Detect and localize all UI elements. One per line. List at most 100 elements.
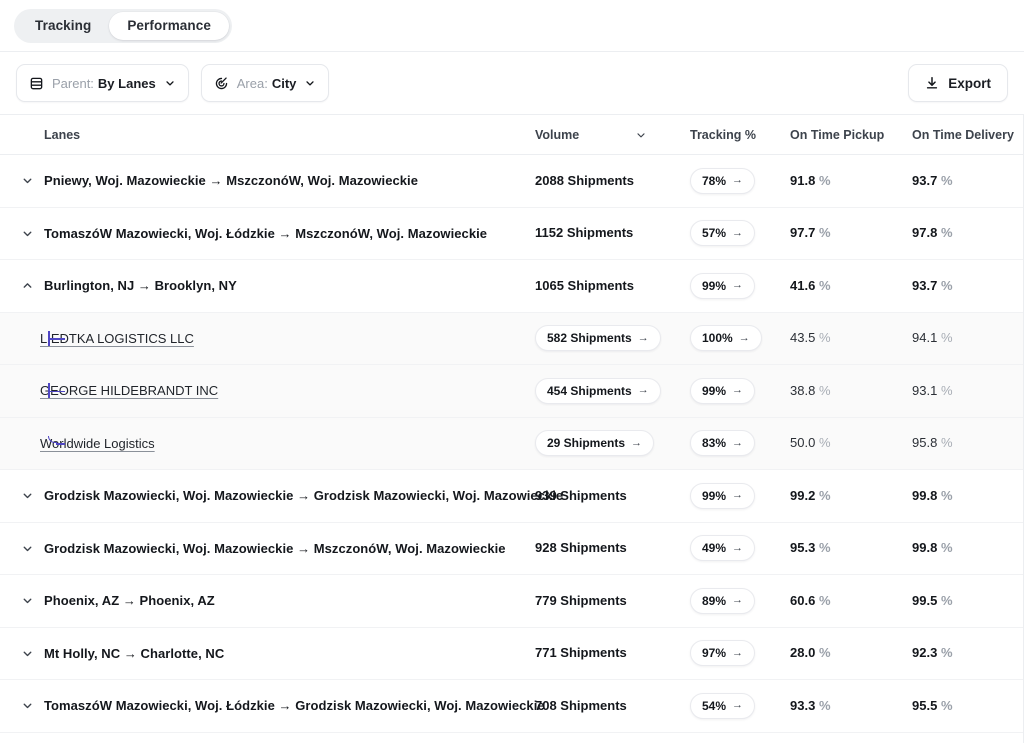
chevron-down-icon[interactable] xyxy=(16,695,38,717)
lane-cell: Mt Holly, NC → Charlotte, NC xyxy=(0,642,535,664)
carrier-link[interactable]: Worldwide Logistics xyxy=(40,436,155,451)
volume-badge[interactable]: 582 Shipments→ xyxy=(535,325,661,351)
toolbar: Parent:By Lanes Area:City Export xyxy=(0,52,1024,114)
chevron-down-icon[interactable] xyxy=(16,590,38,612)
tracking-badge-label: 97% xyxy=(702,646,726,660)
tracking-badge[interactable]: 100%→ xyxy=(690,325,762,351)
percent-unit: % xyxy=(941,435,953,450)
export-label: Export xyxy=(948,76,991,91)
tracking-cell: 54%→ xyxy=(690,693,790,719)
chevron-down-icon[interactable] xyxy=(635,129,647,141)
carrier-link[interactable]: LIEDTKA LOGISTICS LLC xyxy=(40,331,194,346)
tracking-badge[interactable]: 78%→ xyxy=(690,168,755,194)
volume-value: 779 Shipments xyxy=(535,593,627,608)
volume-cell: 928 Shipments xyxy=(535,539,690,557)
chevron-down-icon[interactable] xyxy=(16,642,38,664)
on-time-delivery-cell: 92.3 % xyxy=(912,644,1024,662)
volume-badge-label: 582 Shipments xyxy=(547,331,632,345)
volume-cell: 779 Shipments xyxy=(535,592,690,610)
performance-table: Lanes Volume Tracking % On Time Pickup O… xyxy=(0,114,1024,743)
tab-tracking[interactable]: Tracking xyxy=(17,12,109,40)
on-time-pickup-cell: 38.8 % xyxy=(790,382,912,400)
percent-unit: % xyxy=(819,593,831,608)
tracking-badge[interactable]: 89%→ xyxy=(690,588,755,614)
tracking-badge-label: 99% xyxy=(702,489,726,503)
volume-badge[interactable]: 29 Shipments→ xyxy=(535,430,654,456)
tracking-badge[interactable]: 99%→ xyxy=(690,273,755,299)
volume-value: 928 Shipments xyxy=(535,540,627,555)
chevron-down-icon[interactable] xyxy=(304,77,316,89)
chevron-down-icon[interactable] xyxy=(16,537,38,559)
table-header-row: Lanes Volume Tracking % On Time Pickup O… xyxy=(0,115,1023,155)
table-row-child[interactable]: LIEDTKA LOGISTICS LLC 582 Shipments→ 100%→… xyxy=(0,313,1023,366)
percent-unit: % xyxy=(941,698,953,713)
tracking-badge[interactable]: 57%→ xyxy=(690,220,755,246)
chevron-down-icon[interactable] xyxy=(16,222,38,244)
download-icon xyxy=(925,76,939,90)
column-header-volume[interactable]: Volume xyxy=(535,128,690,142)
tracking-badge[interactable]: 97%→ xyxy=(690,640,755,666)
tab-performance[interactable]: Performance xyxy=(109,12,229,40)
on-time-delivery-value: 94.1 xyxy=(912,330,937,345)
filter-area[interactable]: Area:City xyxy=(201,64,330,102)
lane-label: TomaszóW Mazowiecki, Woj. Łódzkie → Grod… xyxy=(44,698,545,713)
chevron-down-icon[interactable] xyxy=(16,170,38,192)
table-row[interactable]: Phoenix, AZ → Phoenix, AZ779 Shipments89… xyxy=(0,575,1023,628)
on-time-delivery-value: 95.8 xyxy=(912,435,937,450)
volume-cell: 582 Shipments→ xyxy=(535,325,690,351)
tracking-badge-label: 78% xyxy=(702,174,726,188)
lane-cell: TomaszóW Mazowiecki, Woj. Łódzkie → Grod… xyxy=(0,695,535,717)
lane-cell: LIEDTKA LOGISTICS LLC xyxy=(0,331,535,346)
chevron-down-icon[interactable] xyxy=(16,485,38,507)
tracking-badge[interactable]: 49%→ xyxy=(690,535,755,561)
tracking-cell: 99%→ xyxy=(690,273,790,299)
table-row[interactable]: Grodzisk Mazowiecki, Woj. Mazowieckie → … xyxy=(0,470,1023,523)
table-row-child[interactable]: GEORGE HILDEBRANDT INC454 Shipments→99%→… xyxy=(0,365,1023,418)
chevron-up-icon[interactable] xyxy=(16,275,38,297)
table-row[interactable]: TomaszóW Mazowiecki, Woj. Łódzkie → Mszc… xyxy=(0,208,1023,261)
tracking-badge[interactable]: 54%→ xyxy=(690,693,755,719)
filter-parent[interactable]: Parent:By Lanes xyxy=(16,64,189,102)
table-row[interactable]: Mt Holly, NC → Charlotte, NC771 Shipment… xyxy=(0,628,1023,681)
on-time-pickup-cell: 97.7 % xyxy=(790,224,912,242)
lane-cell: Worldwide Logistics xyxy=(0,436,535,451)
on-time-delivery-cell: 95.5 % xyxy=(912,697,1024,715)
on-time-pickup-cell: 99.2 % xyxy=(790,487,912,505)
percent-unit: % xyxy=(819,330,831,345)
volume-value: 771 Shipments xyxy=(535,645,627,660)
percent-unit: % xyxy=(941,383,953,398)
arrow-right-icon: → xyxy=(732,438,743,449)
arrow-right-icon: → xyxy=(732,385,743,396)
percent-unit: % xyxy=(941,330,953,345)
table-row[interactable]: TomaszóW Mazowiecki, Woj. Łódzkie → Grod… xyxy=(0,680,1023,733)
filter-value: City xyxy=(272,76,297,91)
on-time-pickup-value: 28.0 xyxy=(790,645,815,660)
table-row[interactable]: Burlington, NJ → Brooklyn, NY1065 Shipme… xyxy=(0,260,1023,313)
table-row-child[interactable]: Worldwide Logistics29 Shipments→83%→50.0… xyxy=(0,418,1023,471)
tracking-badge[interactable]: 99%→ xyxy=(690,378,755,404)
export-button[interactable]: Export xyxy=(908,64,1008,102)
tracking-badge[interactable]: 99%→ xyxy=(690,483,755,509)
on-time-delivery-cell: 99.8 % xyxy=(912,539,1024,557)
volume-badge[interactable]: 454 Shipments→ xyxy=(535,378,661,404)
volume-badge-label: 454 Shipments xyxy=(547,384,632,398)
lane-cell: TomaszóW Mazowiecki, Woj. Łódzkie → Mszc… xyxy=(0,222,535,244)
carrier-link[interactable]: GEORGE HILDEBRANDT INC xyxy=(40,383,218,398)
chevron-down-icon[interactable] xyxy=(164,77,176,89)
on-time-delivery-cell: 97.8 % xyxy=(912,224,1024,242)
on-time-delivery-value: 92.3 xyxy=(912,645,937,660)
column-header-volume-label: Volume xyxy=(535,128,579,142)
table-body: Pniewy, Woj. Mazowieckie → MszczonóW, Wo… xyxy=(0,155,1023,733)
on-time-delivery-value: 93.7 xyxy=(912,278,937,293)
on-time-delivery-value: 99.8 xyxy=(912,488,937,503)
arrow-right-icon: → xyxy=(631,438,642,449)
filter-group: Parent:By Lanes Area:City xyxy=(16,64,329,102)
table-row[interactable]: Grodzisk Mazowiecki, Woj. Mazowieckie → … xyxy=(0,523,1023,576)
volume-cell: 29 Shipments→ xyxy=(535,430,690,456)
table-row[interactable]: Pniewy, Woj. Mazowieckie → MszczonóW, Wo… xyxy=(0,155,1023,208)
lane-cell: Pniewy, Woj. Mazowieckie → MszczonóW, Wo… xyxy=(0,170,535,192)
tracking-badge[interactable]: 83%→ xyxy=(690,430,755,456)
on-time-delivery-value: 99.8 xyxy=(912,540,937,555)
tracking-cell: 100%→ xyxy=(690,325,790,351)
tab-bar: TrackingPerformance xyxy=(0,0,1024,52)
